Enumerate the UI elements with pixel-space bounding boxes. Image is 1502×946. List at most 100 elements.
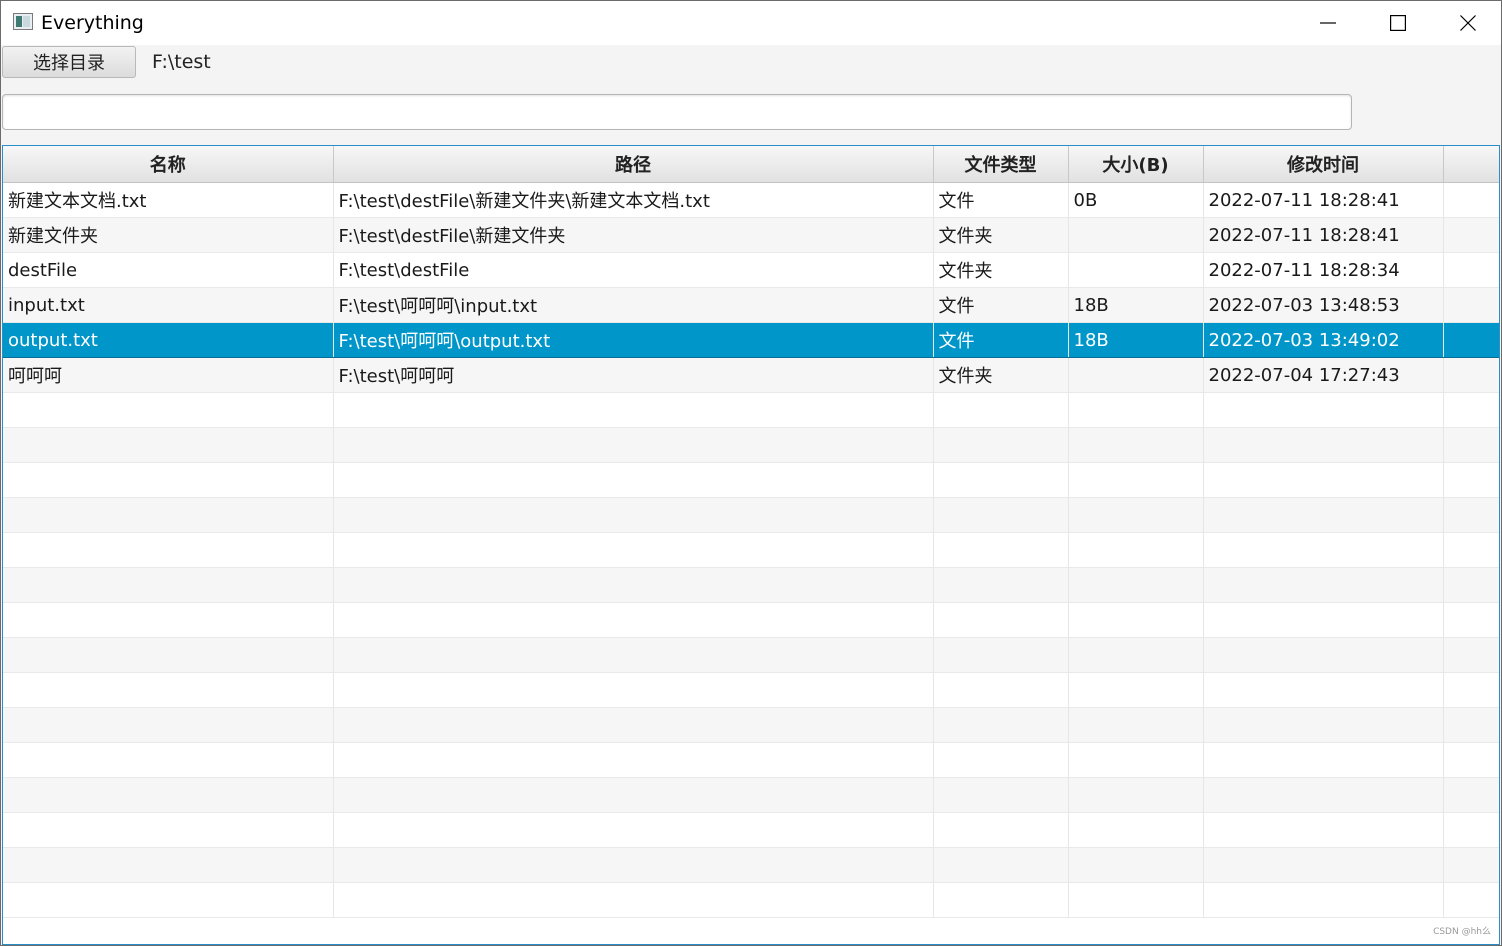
cell-name [3,707,334,743]
cell-size [1068,357,1204,393]
cell-name [3,602,334,638]
cell-filler [1443,252,1499,288]
cell-size: 0B [1068,182,1204,218]
cell-modified: 2022-07-11 18:28:41 [1203,182,1444,218]
table-row[interactable]: output.txt F:\test\呵呵呵\output.txt 文件 18B 202… [3,322,1499,358]
minimize-icon [1320,22,1336,24]
cell-type [933,637,1069,673]
cell-size [1068,497,1204,533]
maximize-button[interactable] [1363,1,1433,45]
cell-filler [1443,672,1499,708]
cell-name [3,497,334,533]
cell-size [1068,567,1204,603]
column-header-size[interactable]: 大小(B) [1068,146,1204,183]
cell-modified [1203,777,1444,813]
cell-path [333,672,934,708]
cell-path [333,532,934,568]
cell-path: F:\test\呵呵呵\output.txt [333,322,934,358]
cell-path [333,707,934,743]
column-header-path[interactable]: 路径 [333,146,934,183]
cell-modified [1203,427,1444,463]
cell-name [3,882,334,918]
cell-type: 文件夹 [933,252,1069,288]
cell-size [1068,882,1204,918]
empty-table-row [3,567,1499,603]
cell-size: 18B [1068,287,1204,323]
cell-path [333,847,934,883]
cell-type [933,567,1069,603]
cell-filler [1443,287,1499,323]
empty-table-row [3,672,1499,708]
table-row[interactable]: 新建文本文档.txt F:\test\destFile\新建文件夹\新建文本文档.… [3,182,1499,218]
cell-filler [1443,392,1499,428]
table-header-row: 名称 路径 文件类型 大小(B) 修改时间 [3,146,1499,183]
cell-path [333,882,934,918]
cell-path [333,427,934,463]
cell-type [933,602,1069,638]
cell-filler [1443,182,1499,218]
empty-table-row [3,497,1499,533]
table-row[interactable]: destFile F:\test\destFile 文件夹 2022-07-11 18… [3,252,1499,288]
cell-path: F:\test\呵呵呵\input.txt [333,287,934,323]
table-row[interactable]: 新建文件夹 F:\test\destFile\新建文件夹 文件夹 2022-07-11… [3,217,1499,253]
file-table[interactable]: 名称 路径 文件类型 大小(B) 修改时间 新建文本文档.txt F:\test\… [2,145,1500,945]
cell-size [1068,462,1204,498]
cell-path: F:\test\呵呵呵 [333,357,934,393]
close-button[interactable] [1433,1,1501,45]
cell-type: 文件 [933,322,1069,358]
empty-table-row [3,777,1499,813]
cell-modified: 2022-07-11 18:28:34 [1203,252,1444,288]
table-row[interactable]: input.txt F:\test\呵呵呵\input.txt 文件 18B 2022-… [3,287,1499,323]
current-directory-label: F:\test [152,51,211,73]
cell-type [933,847,1069,883]
minimize-button[interactable] [1293,1,1363,45]
cell-modified [1203,637,1444,673]
empty-table-row [3,742,1499,778]
column-header-type[interactable]: 文件类型 [933,146,1069,183]
cell-name [3,742,334,778]
cell-name [3,812,334,848]
cell-filler [1443,882,1499,918]
cell-modified [1203,672,1444,708]
cell-modified: 2022-07-11 18:28:41 [1203,217,1444,253]
cell-modified: 2022-07-03 13:49:02 [1203,322,1444,358]
maximize-icon [1390,15,1406,31]
cell-modified [1203,812,1444,848]
cell-size: 18B [1068,322,1204,358]
cell-filler [1443,602,1499,638]
cell-type [933,462,1069,498]
cell-path [333,602,934,638]
cell-path [333,392,934,428]
app-window-icon [13,13,33,30]
table-row[interactable]: 呵呵呵 F:\test\呵呵呵 文件夹 2022-07-04 17:27:43 [3,357,1499,393]
cell-modified: 2022-07-03 13:48:53 [1203,287,1444,323]
choose-directory-button[interactable]: 选择目录 [2,46,136,78]
cell-size [1068,217,1204,253]
cell-name: 新建文件夹 [3,217,334,253]
cell-modified [1203,742,1444,778]
cell-type [933,812,1069,848]
empty-table-row [3,707,1499,743]
cell-size [1068,672,1204,708]
cell-filler [1443,462,1499,498]
window-title: Everything [41,12,144,34]
cell-filler [1443,497,1499,533]
search-input[interactable] [2,94,1352,130]
cell-name [3,672,334,708]
cell-path [333,812,934,848]
title-bar[interactable]: Everything [1,1,1501,45]
cell-name [3,777,334,813]
cell-name: input.txt [3,287,334,323]
cell-size [1068,812,1204,848]
cell-type: 文件 [933,182,1069,218]
close-icon [1460,15,1476,31]
cell-name [3,847,334,883]
cell-path: F:\test\destFile\新建文件夹\新建文本文档.txt [333,182,934,218]
cell-filler [1443,777,1499,813]
cell-type [933,532,1069,568]
cell-modified [1203,532,1444,568]
column-header-name[interactable]: 名称 [3,146,334,183]
watermark: CSDN @hh么 [1433,927,1491,937]
column-header-modified[interactable]: 修改时间 [1203,146,1444,183]
cell-size [1068,532,1204,568]
